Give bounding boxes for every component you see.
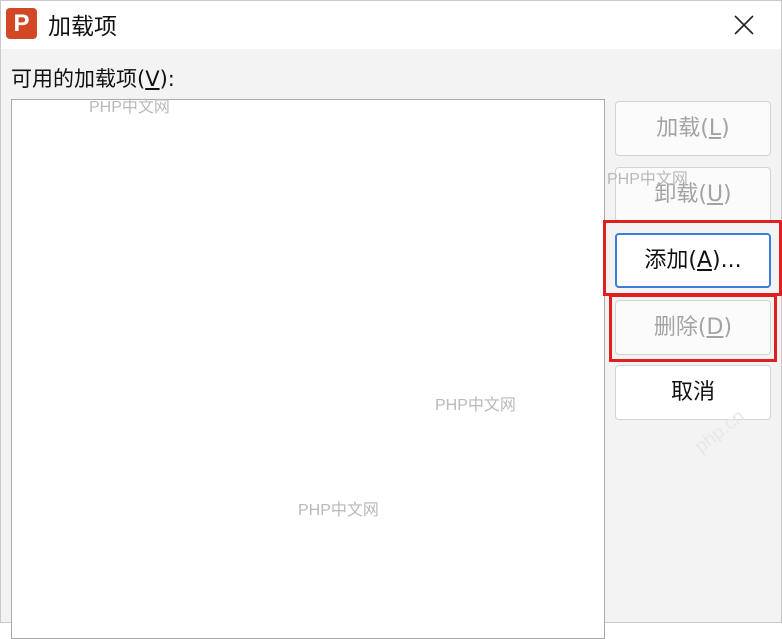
add-button[interactable]: 添加(A)... bbox=[615, 233, 771, 288]
cancel-button[interactable]: 取消 bbox=[615, 365, 771, 420]
watermark: PHP中文网 bbox=[89, 99, 170, 116]
available-addins-list[interactable] bbox=[11, 99, 605, 639]
remove-button[interactable]: 删除(D) bbox=[615, 300, 771, 355]
addins-dialog: P 加载项 可用的加载项(V): 加载(L) 卸载(U) 添加(A)... 删除… bbox=[0, 0, 782, 639]
close-icon bbox=[734, 15, 754, 35]
watermark: PHP中文网 bbox=[435, 397, 516, 414]
watermark: PHP中文网 bbox=[607, 171, 688, 188]
dialog-title: 加载项 bbox=[48, 14, 117, 40]
powerpoint-app-icon: P bbox=[6, 8, 37, 39]
load-button[interactable]: 加载(L) bbox=[615, 101, 771, 156]
mnemonic-v: V bbox=[145, 67, 160, 91]
available-addins-label: 可用的加载项(V): bbox=[11, 67, 175, 91]
title-bar: P 加载项 bbox=[1, 1, 781, 49]
watermark: PHP中文网 bbox=[298, 502, 379, 519]
close-button[interactable] bbox=[717, 8, 771, 42]
